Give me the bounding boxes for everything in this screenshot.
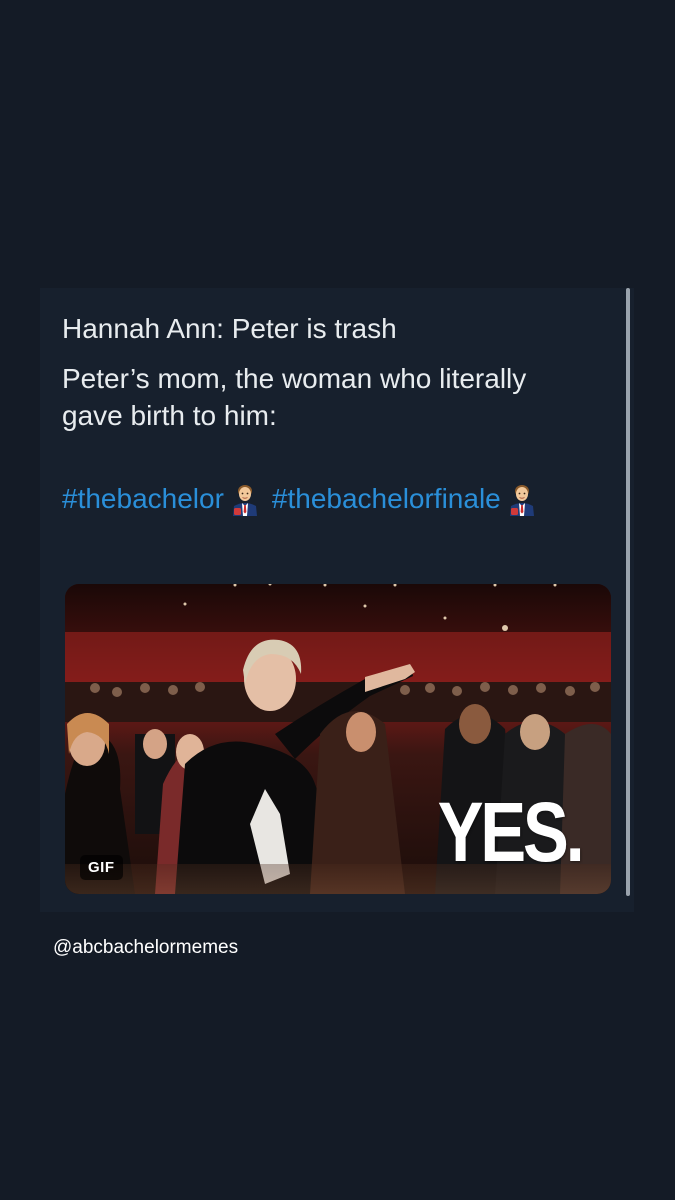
gif-media[interactable]: YES. GIF	[65, 584, 611, 894]
man-in-suit-icon	[509, 484, 534, 516]
story-canvas: Hannah Ann: Peter is trash Peter’s mom, …	[0, 0, 675, 1200]
account-handle: @abcbachelormemes	[53, 937, 239, 958]
hashtag-thebachelorfinale[interactable]: #thebachelorfinale	[272, 480, 501, 517]
scrollbar[interactable]	[626, 288, 630, 896]
tweet-text-line-1: Hannah Ann: Peter is trash	[62, 313, 397, 344]
gif-caption-yes: YES.	[437, 785, 584, 879]
tweet-text-line-2: Peter’s mom, the woman who literally	[62, 363, 527, 394]
hashtag-row: #thebachelor #thebachelorfinale	[62, 480, 549, 517]
hashtag-thebachelor[interactable]: #thebachelor	[62, 480, 224, 517]
hashtag-2-wrap: #thebachelorfinale	[272, 480, 549, 517]
tweet-text-line-3: gave birth to him:	[62, 400, 277, 431]
tweet-card: Hannah Ann: Peter is trash Peter’s mom, …	[40, 288, 634, 912]
man-in-suit-icon	[232, 484, 257, 516]
gif-badge: GIF	[80, 855, 123, 880]
